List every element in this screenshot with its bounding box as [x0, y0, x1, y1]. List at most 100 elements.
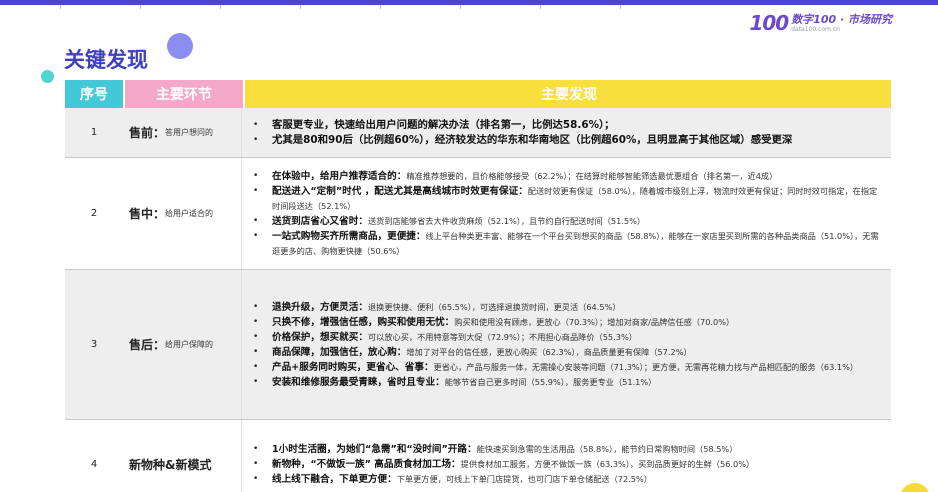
- bullet-icon: •: [253, 331, 259, 342]
- bullet-icon: •: [253, 316, 259, 327]
- bullet-icon: •: [253, 134, 259, 145]
- row-number: 2: [90, 208, 98, 219]
- row-stage: 售后： 给用户保障的: [123, 270, 241, 419]
- finding-item: • 送货到店省心又省时：送货到店能够省去大件收货麻烦（52.1%），且节约自行配送…: [250, 214, 885, 229]
- stage-sublabel: 给用户保障的: [165, 340, 214, 349]
- finding-item: • 客服更专业，快速给出用户问题的解决办法（排名第一，比例达58.6%）；: [250, 118, 792, 133]
- row-stage: 售中： 给用户适合的: [123, 158, 241, 269]
- bullet-icon: •: [253, 346, 259, 357]
- row-number: 1: [90, 127, 98, 138]
- bullet-icon: •: [253, 185, 259, 196]
- bullet-icon: •: [253, 230, 259, 241]
- finding-item: • 尤其是80和90后（比例超60%），经济较发达的华东和华南地区（比例超60%，…: [250, 133, 792, 148]
- brand-logo: 100 数字100 · 市场研究 data100.com.cn: [749, 11, 892, 35]
- row-stage: 新物种&新模式: [123, 420, 241, 492]
- finding-detail: 能快速买到急需的生活用品（58.8%），能节约日常购物时间（58.5%）: [476, 444, 738, 454]
- decor-circle-yellow: [900, 483, 930, 492]
- finding-item: • 一站式购物买齐所需商品，更便捷：线上平台种类更丰富、能够在一个平台买到想买的商…: [250, 229, 885, 259]
- finding-item: • 价格保护，想买就买：可以放心买，不用特意等到大促（72.9%）；不用担心商品降…: [250, 330, 858, 345]
- finding-headline: 新物种，“不做饭一族” 高品质食材加工场：: [272, 459, 461, 470]
- finding-detail: 能够节省自己更多时间（55.9%），服务更专业（51.1%）: [444, 376, 657, 387]
- logo-number: 100: [749, 11, 789, 35]
- finding-headline: 退换升级，方便灵活：: [272, 301, 368, 313]
- finding-headline: 商品保障，加强信任，放心购：: [272, 346, 407, 358]
- header-no: 序号: [65, 80, 123, 108]
- bullet-icon: •: [253, 376, 259, 387]
- stage-sublabel: 答用户想问的: [165, 128, 214, 137]
- findings-table: 序号 主要环节 主要发现 1 售前： 答用户想问的 • 客服更专业，快速给出用户问题的解…: [65, 80, 891, 492]
- table-row: 2 售中： 给用户适合的 • 在体验中，给用户推荐适合的：精准推荐想要的，且价格能够接受…: [65, 158, 891, 270]
- bullet-icon: •: [253, 301, 259, 312]
- finding-item: • 只换不修，增强信任感，购买和使用无忧：购买和使用没有顾虑，更放心（70.3%）…: [250, 315, 858, 330]
- table-row: 3 售后： 给用户保障的 • 退换升级，方便灵活：退换更快捷、便利（65.5%），可选择…: [65, 270, 891, 420]
- row-stage: 售前： 答用户想问的: [123, 108, 241, 157]
- finding-item: • 安装和维修服务最受青睐，省时且专业：能够节省自己更多时间（55.9%），服务更…: [250, 375, 858, 390]
- finding-item: • 线上线下融合，下单更方便：下单更方便，可线上下单门店提货，也可门店下单仓储配送…: [250, 472, 754, 487]
- row-findings: • 退换升级，方便灵活：退换更快捷、便利（65.5%），可选择退换货时间，更灵活（…: [241, 270, 891, 419]
- findings-list: • 退换升级，方便灵活：退换更快捷、便利（65.5%），可选择退换货时间，更灵活（…: [250, 300, 858, 390]
- logo-name: 数字100 · 市场研究: [791, 12, 892, 26]
- stage-label: 新物种&新模式: [129, 458, 212, 472]
- finding-item: • 新物种，“不做饭一族” 高品质食材加工场：提供食材加工服务，方便不做饭一族（6…: [250, 457, 754, 472]
- bullet-icon: •: [253, 119, 259, 130]
- finding-headline: 线上线下融合，下单更方便：: [272, 474, 397, 485]
- finding-headline: 安装和维修服务最受青睐，省时且专业：: [272, 376, 445, 388]
- finding-detail: 精准推荐想要的，且价格能够接受（62.2%）；在结算时能够智能筛选最优惠组合（排…: [406, 170, 778, 181]
- finding-headline: 配送进入“定制”时代 ，配送尤其是高线城市时效更有保证：: [272, 185, 528, 197]
- logo-url: data100.com.cn: [791, 25, 840, 33]
- table-header: 序号 主要环节 主要发现: [65, 80, 891, 108]
- finding-headline: 产品+服务同时购买，更省心、省事：: [272, 361, 434, 373]
- finding-detail: 增加了对平台的信任感，更放心购买（62.3%），商品质量更有保障（57.2%）: [406, 346, 692, 357]
- bullet-icon: •: [253, 474, 259, 484]
- stage-label: 售后：: [129, 338, 166, 352]
- row-findings: • 客服更专业，快速给出用户问题的解决办法（排名第一，比例达58.6%）； • 尤其是…: [241, 108, 891, 157]
- row-findings: • 在体验中，给用户推荐适合的：精准推荐想要的，且价格能够接受（62.2%）；在结…: [241, 158, 891, 269]
- findings-list: • 在体验中，给用户推荐适合的：精准推荐想要的，且价格能够接受（62.2%）；在结…: [250, 169, 885, 259]
- finding-headline: 尤其是80和90后（比例超60%），经济较发达的华东和华南地区（比例超60%，且…: [272, 133, 793, 146]
- finding-detail: 送货到店能够省去大件收货麻烦（52.1%），且节约自行配送时间（51.5%）: [367, 215, 646, 226]
- finding-headline: 客服更专业，快速给出用户问题的解决办法（排名第一，比例达58.6%）；: [272, 118, 615, 131]
- finding-item: • 退换升级，方便灵活：退换更快捷、便利（65.5%），可选择退换货时间，更灵活（…: [250, 300, 858, 315]
- finding-headline: 在体验中，给用户推荐适合的：: [272, 170, 407, 182]
- finding-headline: 价格保护，想买就买：: [272, 331, 368, 343]
- finding-item: • 产品+服务同时购买，更省心、省事：更省心，产品与服务一体，无需操心安装等问题（…: [250, 360, 858, 375]
- ruler-tick: [460, 5, 461, 9]
- table-row: 1 售前： 答用户想问的 • 客服更专业，快速给出用户问题的解决办法（排名第一，比例达5…: [65, 108, 891, 158]
- row-number: 3: [90, 339, 98, 350]
- ruler-tick: [540, 5, 541, 9]
- finding-item: • 在体验中，给用户推荐适合的：精准推荐想要的，且价格能够接受（62.2%）；在结…: [250, 169, 885, 184]
- finding-item: • 商品保障，加强信任，放心购：增加了对平台的信任感，更放心购买（62.3%），商…: [250, 345, 858, 360]
- stage-label: 售中：: [129, 207, 166, 221]
- findings-list: • 客服更专业，快速给出用户问题的解决办法（排名第一，比例达58.6%）； • 尤其是…: [250, 118, 792, 148]
- header-stage: 主要环节: [125, 80, 243, 108]
- stage-sublabel: 给用户适合的: [165, 209, 214, 218]
- ruler-tick: [620, 5, 621, 9]
- finding-detail: 更省心，产品与服务一体，无需操心安装等问题（71.3%）；更方便，无需再花精力找…: [433, 361, 859, 372]
- finding-item: • 配送进入“定制”时代 ，配送尤其是高线城市时效更有保证：配送时效更有保证（58…: [250, 184, 885, 214]
- ruler-tick: [60, 5, 61, 9]
- page-title: 关键发现: [64, 48, 148, 72]
- ruler-tick: [300, 5, 301, 9]
- bullet-icon: •: [253, 459, 259, 469]
- finding-detail: 可以放心买，不用特意等到大促（72.9%）；不用担心商品降价（55.3%）: [367, 331, 637, 342]
- finding-detail: 下单更方便，可线上下单门店提货，也可门店下单仓储配送（72.5%）: [396, 474, 652, 484]
- finding-detail: 购买和使用没有顾虑，更放心（70.3%）；增加对商家/品牌信任感（70.0%）: [454, 316, 735, 327]
- finding-item: • 1小时生活圈，为她们“急需”和“没时间”开路：能快速买到急需的生活用品（58.…: [250, 442, 754, 457]
- findings-list: • 1小时生活圈，为她们“急需”和“没时间”开路：能快速买到急需的生活用品（58.…: [250, 442, 754, 487]
- ruler-tick: [220, 5, 221, 9]
- finding-detail: 提供食材加工服务，方便不做饭一族（63.3%），买到品质更好的生鲜（56.0%）: [460, 459, 755, 469]
- decor-circle-purple: [167, 33, 193, 59]
- ruler-tick: [140, 5, 141, 9]
- row-findings: • 1小时生活圈，为她们“急需”和“没时间”开路：能快速买到急需的生活用品（58.…: [241, 420, 891, 492]
- bullet-icon: •: [253, 170, 259, 181]
- finding-headline: 一站式购物买齐所需商品，更便捷：: [272, 230, 426, 242]
- ruler-tick: [380, 5, 381, 9]
- bullet-icon: •: [253, 444, 259, 454]
- finding-detail: 退换更快捷、便利（65.5%），可选择退换货时间，更灵活（64.5%）: [367, 301, 621, 312]
- bullet-icon: •: [253, 215, 259, 226]
- bullet-icon: •: [253, 361, 259, 372]
- finding-headline: 送货到店省心又省时：: [272, 215, 368, 227]
- finding-headline: 只换不修，增强信任感，购买和使用无忧：: [272, 316, 455, 328]
- row-number: 4: [90, 459, 98, 470]
- header-findings: 主要发现: [245, 80, 891, 108]
